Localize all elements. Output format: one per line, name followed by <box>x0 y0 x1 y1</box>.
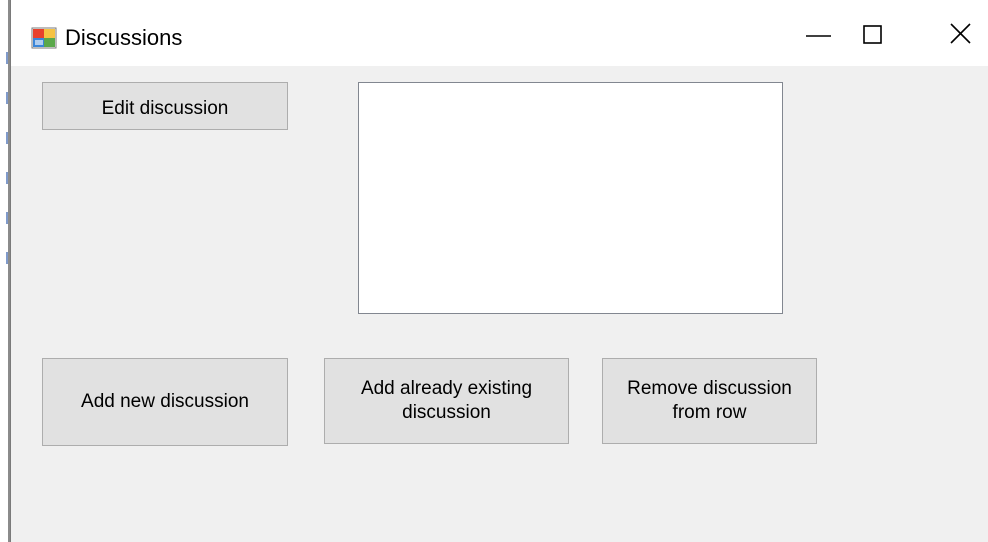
discussions-window: Discussions Edit discussion Add new disc… <box>10 0 988 542</box>
close-button[interactable] <box>937 12 987 56</box>
close-icon <box>950 23 971 44</box>
add-new-discussion-button[interactable]: Add new discussion <box>42 358 288 446</box>
edit-discussion-label: Edit discussion <box>101 98 229 119</box>
remove-discussion-label: Remove discussion from row <box>627 378 792 423</box>
winforms-app-icon <box>31 27 57 49</box>
window-title: Discussions <box>65 25 183 50</box>
add-existing-discussion-button[interactable]: Add already existing discussion <box>324 358 569 444</box>
form-client-area: Edit discussion Add new discussion Add a… <box>11 66 988 542</box>
add-existing-discussion-label: Add already existing discussion <box>360 378 533 423</box>
maximize-button[interactable] <box>849 12 899 56</box>
minimize-icon <box>806 35 831 37</box>
edit-discussion-button[interactable]: Edit discussion <box>42 82 288 130</box>
background-window-edge <box>0 0 10 542</box>
minimize-button[interactable] <box>793 12 843 56</box>
title-bar[interactable]: Discussions <box>11 0 988 66</box>
add-new-discussion-label: Add new discussion <box>81 391 249 412</box>
discussions-listbox[interactable] <box>358 82 783 314</box>
maximize-icon <box>863 25 882 44</box>
remove-discussion-button[interactable]: Remove discussion from row <box>602 358 817 444</box>
